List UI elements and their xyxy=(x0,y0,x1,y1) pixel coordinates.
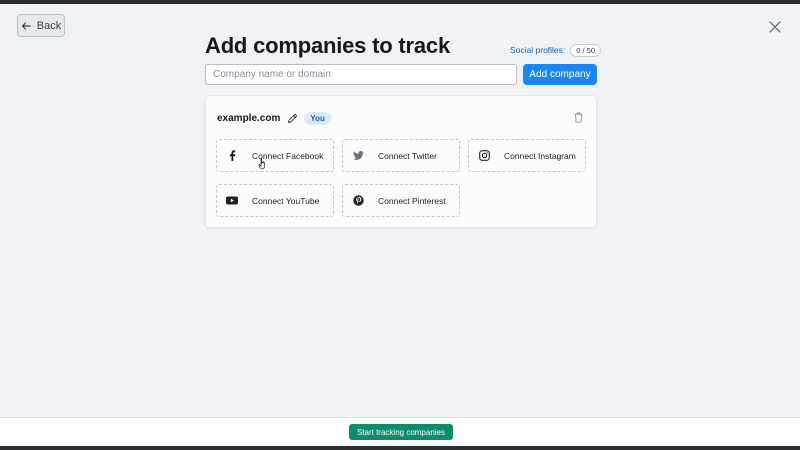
company-name: example.com xyxy=(217,112,281,124)
connect-youtube-button[interactable]: Connect YouTube xyxy=(216,184,334,217)
instagram-icon xyxy=(478,150,490,162)
trash-icon[interactable] xyxy=(572,111,584,124)
add-company-button[interactable]: Add company xyxy=(523,64,597,85)
back-button[interactable]: Back xyxy=(17,14,65,37)
you-badge: You xyxy=(304,111,331,125)
social-profiles-counter: Social profiles: 0 / 50 xyxy=(510,43,602,57)
connect-pinterest-label: Connect Pinterest xyxy=(378,195,446,206)
company-search-input[interactable] xyxy=(205,64,517,85)
connect-twitter-button[interactable]: Connect Twitter xyxy=(342,139,460,172)
start-tracking-button[interactable]: Start tracking companies xyxy=(349,424,453,440)
connect-twitter-label: Connect Twitter xyxy=(378,150,437,161)
bottom-window-edge xyxy=(0,446,800,450)
twitter-icon xyxy=(352,150,364,162)
back-label: Back xyxy=(36,19,62,32)
arrow-left-icon xyxy=(21,21,31,30)
hand-pointer-cursor-icon xyxy=(258,158,265,170)
close-button[interactable] xyxy=(766,18,784,36)
youtube-icon xyxy=(226,195,238,207)
facebook-icon xyxy=(226,150,238,162)
close-icon xyxy=(769,21,781,33)
page-title: Add companies to track xyxy=(205,33,450,58)
top-window-edge xyxy=(0,0,800,4)
pencil-icon[interactable] xyxy=(286,112,298,124)
connect-pinterest-button[interactable]: Connect Pinterest xyxy=(342,184,460,217)
connect-facebook-button[interactable]: Connect Facebook xyxy=(216,139,334,172)
pinterest-icon xyxy=(352,195,364,207)
company-header: example.com You xyxy=(217,110,331,126)
connect-instagram-label: Connect Instagram xyxy=(504,150,576,161)
social-profiles-count: 0 / 50 xyxy=(570,43,602,57)
connect-instagram-button[interactable]: Connect Instagram xyxy=(468,139,586,172)
social-profiles-label: Social profiles: xyxy=(510,45,566,55)
connect-youtube-label: Connect YouTube xyxy=(252,195,320,206)
